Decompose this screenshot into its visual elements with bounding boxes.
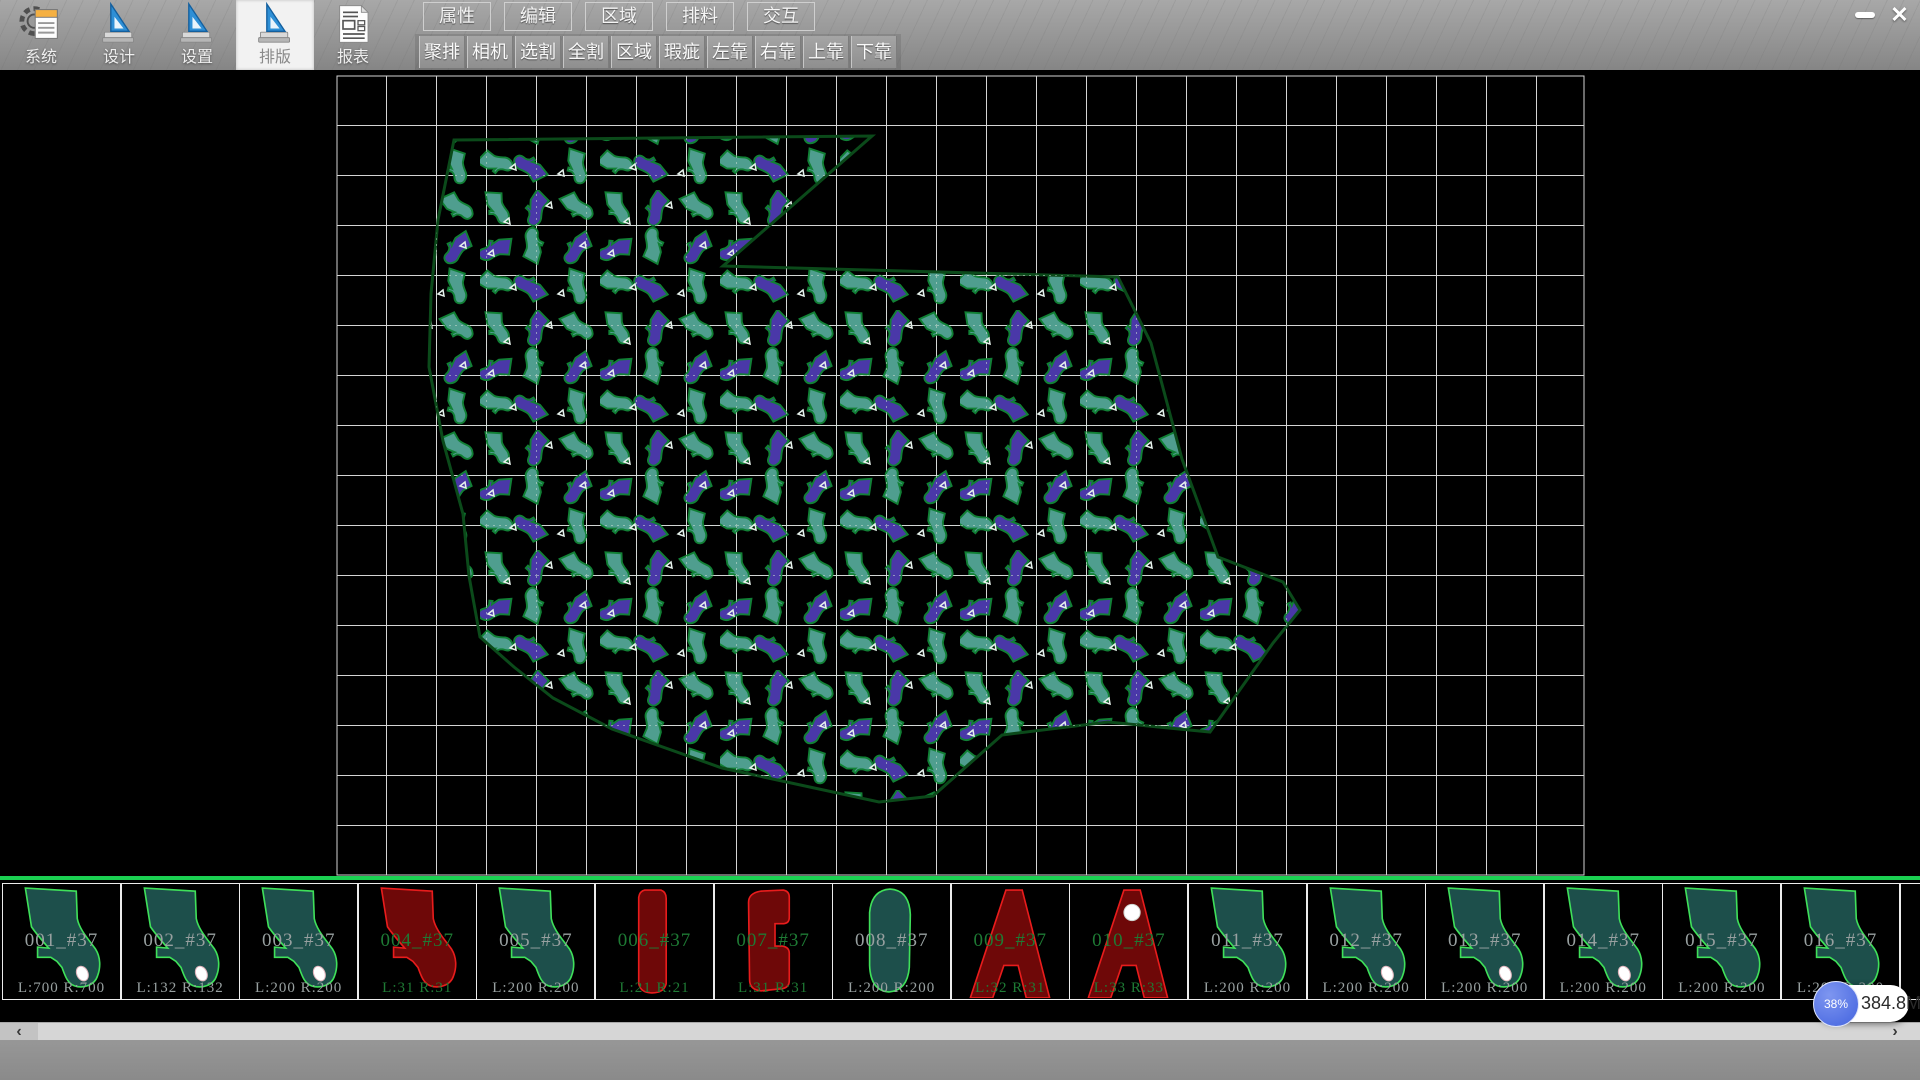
memory-usage: 384.8M [1861, 985, 1920, 1022]
pattern-lr-count: L:32 R:31 [952, 980, 1069, 997]
pattern-name: 013_#37 [1426, 930, 1543, 952]
pattern-thumbnail-4[interactable]: 004_#37 L:31 R:31 [358, 883, 477, 1000]
app-mode-label: 报表 [337, 48, 369, 68]
menu-tab-5[interactable]: 交互 [747, 2, 815, 31]
tool-button-1[interactable]: 聚排 [419, 36, 465, 68]
report-document-icon [333, 0, 373, 48]
horizontal-scrollbar[interactable]: ‹ › [0, 1022, 1920, 1041]
tool-button-8[interactable]: 右靠 [755, 36, 801, 68]
pattern-thumbnail-15[interactable]: 015_#37 L:200 R:200 [1662, 883, 1781, 1000]
app-mode-label: 排版 [259, 48, 291, 68]
pattern-name: 004_#37 [359, 930, 476, 952]
pattern-thumbnail-12[interactable]: 012_#37 L:200 R:200 [1307, 883, 1426, 1000]
pattern-name: 016_#37 [1782, 930, 1899, 952]
pattern-thumbnail-13[interactable]: 013_#37 L:200 R:200 [1425, 883, 1544, 1000]
pattern-lr-count: L:700 R:700 [3, 980, 120, 997]
design-setsquare-icon [99, 0, 139, 48]
menu-tab-1[interactable]: 属性 [423, 2, 491, 31]
pattern-name: 014_#37 [1545, 930, 1662, 952]
pattern-lr-count: L:200 R:200 [1189, 980, 1306, 997]
nesting-canvas[interactable] [0, 70, 1920, 876]
pattern-thumbnail-17[interactable] [1900, 883, 1920, 1000]
pattern-lr-count: L:33 R:33 [1070, 980, 1187, 997]
progress-circle: 38% [1813, 981, 1859, 1027]
pattern-thumbnail-11[interactable]: 011_#37 L:200 R:200 [1188, 883, 1307, 1000]
menu-tab-4[interactable]: 排料 [666, 2, 734, 31]
tool-button-2[interactable]: 相机 [467, 36, 513, 68]
application-window: 系统设计设置排版报表 属性编辑区域排料交互 聚排相机选割全割区域瑕疵左靠右靠上靠… [0, 0, 1920, 1080]
tool-button-9[interactable]: 上靠 [803, 36, 849, 68]
scroll-right-button[interactable]: › [1880, 1023, 1910, 1041]
system-gear-icon [18, 0, 64, 48]
app-mode-2[interactable]: 设计 [80, 0, 158, 70]
pattern-name: 002_#37 [122, 930, 239, 952]
pattern-name: 015_#37 [1663, 930, 1780, 952]
minimize-icon [1855, 12, 1875, 18]
scroll-left-button[interactable]: ‹ [0, 1023, 38, 1041]
pattern-name: 012_#37 [1308, 930, 1425, 952]
pattern-lr-count: L:200 R:200 [1308, 980, 1425, 997]
app-mode-label: 设置 [181, 48, 213, 68]
pattern-thumbnail-9[interactable]: 009_#37 L:32 R:31 [951, 883, 1070, 1000]
menu-bar: 属性编辑区域排料交互 [423, 2, 828, 31]
app-mode-bar: 系统 设计 设置 排版 报表 [2, 0, 392, 70]
pattern-thumbnail-7[interactable]: 007_#37 L:31 R:31 [714, 883, 833, 1000]
pattern-name: 008_#37 [833, 930, 950, 952]
tool-button-4[interactable]: 全割 [563, 36, 609, 68]
pattern-thumbnail-2[interactable]: 002_#37 L:132 R:132 [121, 883, 240, 1000]
tool-button-7[interactable]: 左靠 [707, 36, 753, 68]
toolbar: 系统设计设置排版报表 属性编辑区域排料交互 聚排相机选割全割区域瑕疵左靠右靠上靠… [0, 0, 1920, 72]
pattern-name: 001_#37 [3, 930, 120, 952]
menu-tab-2[interactable]: 编辑 [504, 2, 572, 31]
pattern-name: 005_#37 [477, 930, 594, 952]
pattern-thumbnail-10[interactable]: 010_#37 L:33 R:33 [1069, 883, 1188, 1000]
tool-button-6[interactable]: 瑕疵 [659, 36, 705, 68]
pattern-thumbnail-14[interactable]: 014_#37 L:200 R:200 [1544, 883, 1663, 1000]
tool-button-10[interactable]: 下靠 [851, 36, 897, 68]
status-bar [0, 1040, 1920, 1080]
window-controls: ✕ [1846, 3, 1916, 27]
app-mode-5[interactable]: 报表 [314, 0, 392, 70]
pattern-thumbnail-6[interactable]: 006_#37 L:21 R:21 [595, 883, 714, 1000]
pattern-shape [1905, 884, 1920, 998]
progress-indicator: 38% 384.8M [1815, 985, 1909, 1022]
settings-setsquare-icon [177, 0, 217, 48]
pattern-panel: 001_#37L:700 R:700002_#37L:132 R:132003_… [0, 876, 1920, 1026]
pattern-lr-count: L:200 R:200 [477, 980, 594, 997]
pattern-thumbnail-8[interactable]: 008_#37 L:200 R:200 [832, 883, 951, 1000]
progress-percent: 38% [1824, 997, 1848, 1011]
pattern-lr-count: L:200 R:200 [1545, 980, 1662, 997]
pattern-thumbnail-3[interactable]: 003_#37 L:200 R:200 [239, 883, 358, 1000]
app-mode-label: 系统 [25, 48, 57, 68]
app-mode-label: 设计 [103, 48, 135, 68]
minimize-button[interactable] [1848, 3, 1881, 27]
close-icon: ✕ [1890, 4, 1908, 26]
menu-tab-3[interactable]: 区域 [585, 2, 653, 31]
app-mode-3[interactable]: 设置 [158, 0, 236, 70]
app-mode-4[interactable]: 排版 [236, 0, 314, 70]
pattern-lr-count: L:31 R:31 [715, 980, 832, 997]
tool-button-5[interactable]: 区域 [611, 36, 657, 68]
nesting-setsquare-icon [255, 0, 295, 48]
pattern-name: 003_#37 [240, 930, 357, 952]
pattern-lr-count: L:200 R:200 [1426, 980, 1543, 997]
tool-strip: 聚排相机选割全割区域瑕疵左靠右靠上靠下靠 [415, 34, 901, 70]
pattern-thumbnail-1[interactable]: 001_#37 L:700 R:700 [2, 883, 121, 1000]
app-mode-1[interactable]: 系统 [2, 0, 80, 70]
pattern-name: 007_#37 [715, 930, 832, 952]
pattern-lr-count: L:31 R:31 [359, 980, 476, 997]
tool-button-3[interactable]: 选割 [515, 36, 561, 68]
pattern-name: 010_#37 [1070, 930, 1187, 952]
pattern-lr-count: L:200 R:200 [833, 980, 950, 997]
pattern-lr-count: L:200 R:200 [1663, 980, 1780, 997]
pattern-lr-count: L:200 R:200 [240, 980, 357, 997]
pattern-lr-count: L:132 R:132 [122, 980, 239, 997]
close-button[interactable]: ✕ [1883, 3, 1916, 27]
pattern-thumbnail-5[interactable]: 005_#37 L:200 R:200 [476, 883, 595, 1000]
pattern-name: 009_#37 [952, 930, 1069, 952]
pattern-name: 011_#37 [1189, 930, 1306, 952]
pattern-lr-count: L:21 R:21 [596, 980, 713, 997]
pattern-name: 006_#37 [596, 930, 713, 952]
